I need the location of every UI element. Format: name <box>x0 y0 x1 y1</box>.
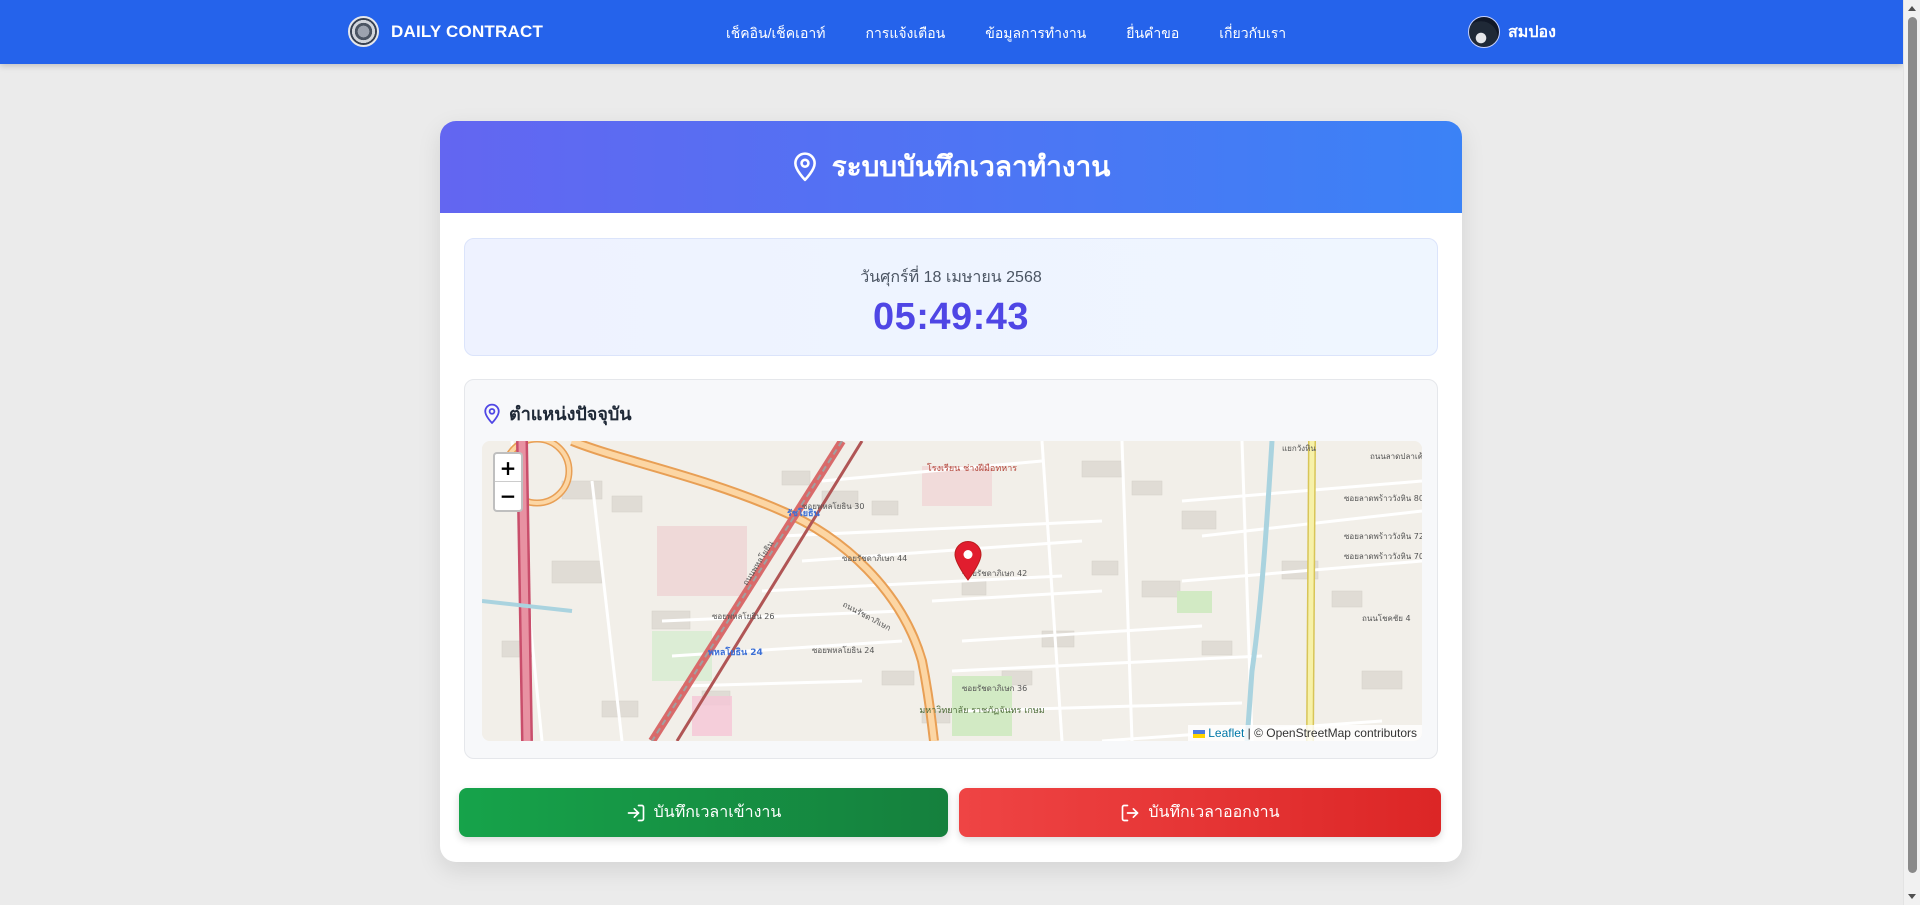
flag-icon <box>1193 730 1206 738</box>
brand[interactable]: DAILY CONTRACT <box>348 16 543 47</box>
map-attribution: Leaflet | © OpenStreetMap contributors <box>1188 725 1422 741</box>
nav-link-work-info[interactable]: ข้อมูลการทำงาน <box>985 23 1086 45</box>
nav-links: เช็คอิน/เช็คเอาท์ การแจ้งเตือน ข้อมูลการ… <box>726 23 1326 45</box>
brand-name: DAILY CONTRACT <box>391 21 544 41</box>
map-label: ซอยลาดพร้าววังหิน 80 <box>1344 494 1422 503</box>
map-label: ซอยพหลโยธิน 24 <box>812 645 874 655</box>
map-pin-icon <box>484 403 500 424</box>
current-time: 05:49:43 <box>872 296 1030 338</box>
scroll-down-arrow-icon[interactable] <box>1908 894 1916 899</box>
nav-link-notifications[interactable]: การแจ้งเตือน <box>865 23 945 45</box>
nav-link-checkin-checkout[interactable]: เช็คอิน/เช็คเอาท์ <box>726 23 825 45</box>
check-out-label: บันทึกเวลาออกงาน <box>1148 804 1280 821</box>
map-tiles[interactable]: ซอยพหลโยธิน 30 ซอยพหลโยธิน 26 ซอยพหลโยธิ… <box>482 441 1422 741</box>
logout-icon <box>1122 804 1139 821</box>
map-label: แยกวังหิน <box>1282 444 1316 453</box>
leaflet-link[interactable]: Leaflet <box>1208 726 1244 740</box>
map-label: โรงเรียน ช่างฝีมือทหาร <box>927 463 1017 474</box>
page-title: ระบบบันทึกเวลาทำงาน <box>831 151 1111 182</box>
map-label: ซอยรัชดาภิเษก 36 <box>962 684 1027 693</box>
map-label: ถนนลาดปลาเค้า <box>1370 452 1422 461</box>
location-panel: ตำแหน่งปัจจุบัน ซอยพหลโยธิน 30 ซอยพหลโยธ… <box>464 379 1438 759</box>
attribution-text: | © OpenStreetMap contributors <box>1244 726 1417 740</box>
nav-link-about[interactable]: เกี่ยวกับเรา <box>1219 23 1286 45</box>
map-label: ถนนโชคชัย 4 <box>1362 613 1411 623</box>
map-label: ซอยลาดพร้าววังหิน 70 <box>1344 552 1422 561</box>
map-label: มหาวิทยาลัย ราชภัฏจันทร เกษม <box>919 705 1044 716</box>
map-zoom-control: + − <box>493 452 523 512</box>
location-title-text: ตำแหน่งปัจจุบัน <box>509 404 632 424</box>
datetime-panel: วันศุกร์ที่ 18 เมษายน 2568 05:49:43 <box>464 238 1438 356</box>
map-label: ซอยรัชดาภิเษก 44 <box>842 554 907 563</box>
check-in-button[interactable]: บันทึกเวลาเข้างาน <box>459 788 948 837</box>
zoom-in-button[interactable]: + <box>495 454 521 482</box>
navbar: DAILY CONTRACT เช็คอิน/เช็คเอาท์ การแจ้ง… <box>0 0 1903 64</box>
map-label: รัชโยธิน <box>787 507 821 519</box>
check-in-label: บันทึกเวลาเข้างาน <box>653 804 782 821</box>
user-menu[interactable]: สมปอง <box>1468 16 1556 48</box>
scrollbar[interactable] <box>1903 0 1920 905</box>
avatar <box>1468 16 1500 48</box>
nav-link-requests[interactable]: ยื่นคำขอ <box>1126 23 1179 45</box>
scroll-up-arrow-icon[interactable] <box>1908 6 1916 11</box>
map[interactable]: ซอยพหลโยธิน 30 ซอยพหลโยธิน 26 ซอยพหลโยธิ… <box>482 441 1422 741</box>
map-pin-icon <box>793 152 816 182</box>
location-title: ตำแหน่งปัจจุบัน <box>483 399 632 428</box>
zoom-out-button[interactable]: − <box>495 482 521 510</box>
location-marker-icon[interactable] <box>954 541 982 581</box>
check-out-button[interactable]: บันทึกเวลาออกงาน <box>959 788 1441 837</box>
time-attendance-card: ระบบบันทึกเวลาทำงาน วันศุกร์ที่ 18 เมษาย… <box>440 121 1462 862</box>
map-label: ซอยลาดพร้าววังหิน 72 <box>1344 532 1422 541</box>
scroll-thumb[interactable] <box>1908 17 1917 873</box>
card-header: ระบบบันทึกเวลาทำงาน <box>440 121 1462 213</box>
map-label: ซอยพหลโยธิน 26 <box>712 611 774 621</box>
login-icon <box>627 804 644 821</box>
brand-logo-icon <box>348 16 379 47</box>
current-date: วันศุกร์ที่ 18 เมษายน 2568 <box>860 269 1042 286</box>
map-label: พหลโยธิน 24 <box>708 646 763 658</box>
user-name: สมปอง <box>1508 23 1556 41</box>
